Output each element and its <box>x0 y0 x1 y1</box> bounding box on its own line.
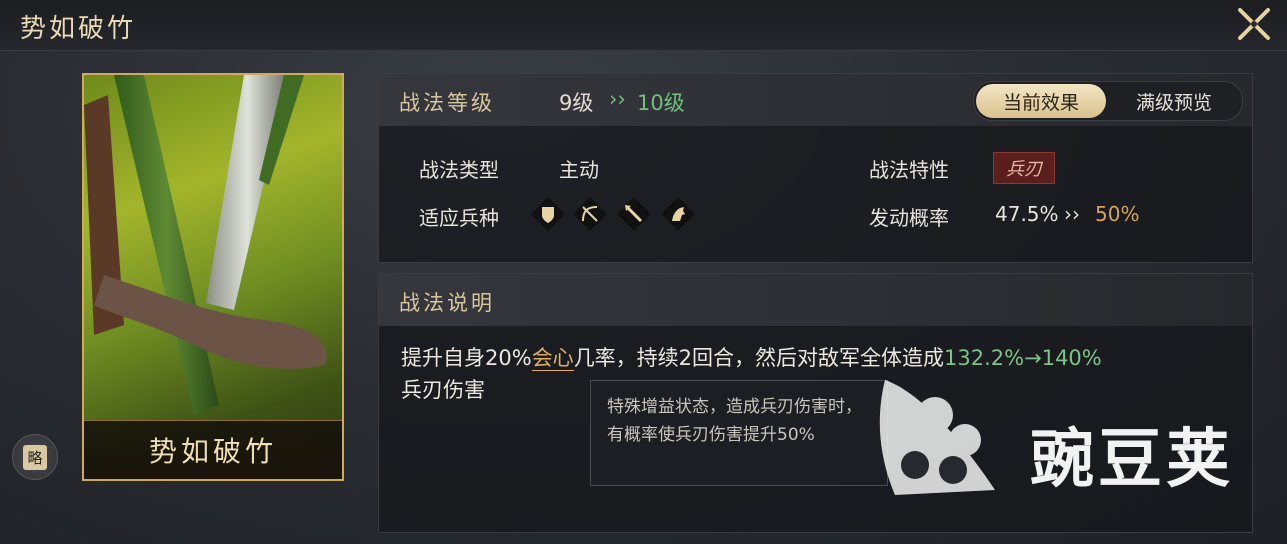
brief-button-label: 略 <box>23 444 47 470</box>
watermark-text: 豌豆荚 <box>1030 423 1234 497</box>
description-part-b: 几率，持续2回合，然后对敌军全体造成 <box>573 346 945 370</box>
bow-icon <box>573 197 607 231</box>
skill-artwork <box>84 75 327 415</box>
skill-info-panel: 战法等级 9级 ›› 10级 当前效果 满级预览 战法类型 主动 战法特性 兵刃… <box>378 73 1253 263</box>
rate-next: 50% <box>1095 202 1140 226</box>
top-bar: 势如破竹 <box>0 0 1287 51</box>
brief-button[interactable]: 略 <box>12 434 58 480</box>
effect-toggle: 当前效果 满级预览 <box>973 81 1243 121</box>
description-part-c: 兵刃伤害 <box>401 378 485 402</box>
description-label: 战法说明 <box>399 291 495 315</box>
description-part-a: 提升自身20% <box>401 346 532 370</box>
current-effect-tab[interactable]: 当前效果 <box>976 84 1106 118</box>
rate-label: 发动概率 <box>869 206 949 230</box>
horse-icon <box>661 197 695 231</box>
level-current: 9级 <box>559 91 594 115</box>
spear-icon <box>617 197 651 231</box>
keyword-link[interactable]: 会心 <box>531 346 574 371</box>
damage-value: 132.2%→140% <box>944 346 1102 370</box>
skill-card: 势如破竹 <box>82 73 344 481</box>
skill-card-name: 势如破竹 <box>84 420 342 479</box>
description-header: 战法说明 <box>379 274 1252 326</box>
page-title: 势如破竹 <box>20 14 137 44</box>
level-header: 战法等级 9级 ›› 10级 当前效果 满级预览 <box>379 74 1252 126</box>
type-value: 主动 <box>559 158 599 182</box>
close-button[interactable] <box>1232 4 1276 44</box>
rate-current: 47.5% <box>995 202 1059 226</box>
full-level-preview-tab[interactable]: 满级预览 <box>1112 84 1236 118</box>
trait-badge: 兵刃 <box>993 152 1055 184</box>
keyword-tooltip: 特殊增益状态，造成兵刃伤害时，有概率使兵刃伤害提升50% <box>590 380 888 486</box>
level-arrow: ›› <box>609 87 626 111</box>
trait-label: 战法特性 <box>869 158 949 182</box>
level-label: 战法等级 <box>399 91 495 115</box>
troops-label: 适应兵种 <box>419 206 499 230</box>
level-next: 10级 <box>637 91 685 115</box>
shield-icon <box>531 197 565 231</box>
rate-arrow: ›› <box>1064 202 1080 226</box>
close-icon <box>1238 8 1270 40</box>
type-label: 战法类型 <box>419 158 499 182</box>
